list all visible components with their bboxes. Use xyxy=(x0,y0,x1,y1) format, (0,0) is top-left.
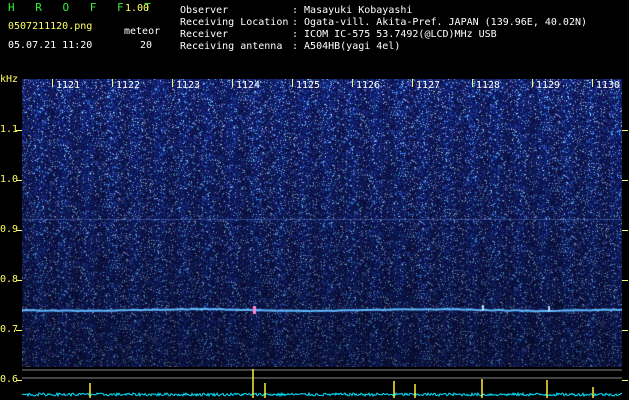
info-value-observer: : Masayuki Kobayashi xyxy=(292,5,413,16)
info-label-location: Receiving Location xyxy=(180,17,289,28)
y-tick-mark xyxy=(622,180,628,181)
y-tick-mark xyxy=(16,280,22,281)
time-label: 1121 xyxy=(56,80,81,91)
y-tick-mark xyxy=(622,330,628,331)
info-label-antenna: Receiving antenna xyxy=(180,41,283,52)
time-tick-mark xyxy=(232,79,233,87)
time-label: 1128 xyxy=(476,80,501,91)
time-label: 1125 xyxy=(296,80,321,91)
time-label: 1130 xyxy=(596,80,621,91)
y-tick-mark xyxy=(16,130,22,131)
time-label: 1124 xyxy=(236,80,261,91)
info-label-observer: Observer xyxy=(180,5,229,16)
image-filename: 0507211120.png xyxy=(8,21,93,32)
time-tick-mark xyxy=(112,79,113,87)
app-version: 1.00 xyxy=(125,3,150,14)
time-label: 1122 xyxy=(116,80,141,91)
time-tick-mark xyxy=(592,79,593,87)
time-tick-mark xyxy=(532,79,533,87)
meteor-count: 20 xyxy=(140,40,153,51)
y-tick-mark xyxy=(16,330,22,331)
observation-datetime: 05.07.21 11:20 xyxy=(8,40,93,51)
y-tick-mark xyxy=(622,130,628,131)
y-tick-mark xyxy=(622,230,628,231)
info-value-antenna: : A504HB(yagi 4el) xyxy=(292,41,401,52)
time-tick-mark xyxy=(472,79,473,87)
spectrogram xyxy=(22,79,622,367)
time-label: 1127 xyxy=(416,80,441,91)
meteor-label: meteor xyxy=(124,26,161,37)
info-value-receiver: : ICOM IC-575 53.7492(@LCD)MHz USB xyxy=(292,29,497,40)
time-tick-mark xyxy=(52,79,53,87)
time-tick-mark xyxy=(352,79,353,87)
time-tick-mark xyxy=(172,79,173,87)
info-label-receiver: Receiver xyxy=(180,29,229,40)
time-label: 1126 xyxy=(356,80,381,91)
power-trace-panel xyxy=(22,367,622,400)
y-tick-mark xyxy=(16,230,22,231)
y-tick-mark xyxy=(16,180,22,181)
time-tick-mark xyxy=(292,79,293,87)
y-tick-mark xyxy=(16,380,22,381)
info-value-location: : Ogata-vill. Akita-Pref. JAPAN (139.96E… xyxy=(292,17,588,28)
time-tick-mark xyxy=(412,79,413,87)
hroffft-window: H R O F F T 1.00 0507211120.png meteor 0… xyxy=(0,0,629,400)
y-axis-unit: kHz xyxy=(0,74,19,85)
time-label: 1123 xyxy=(176,80,201,91)
time-label: 1129 xyxy=(536,80,561,91)
power-trace xyxy=(22,391,622,398)
y-tick-mark xyxy=(622,380,628,381)
y-tick-mark xyxy=(622,280,628,281)
